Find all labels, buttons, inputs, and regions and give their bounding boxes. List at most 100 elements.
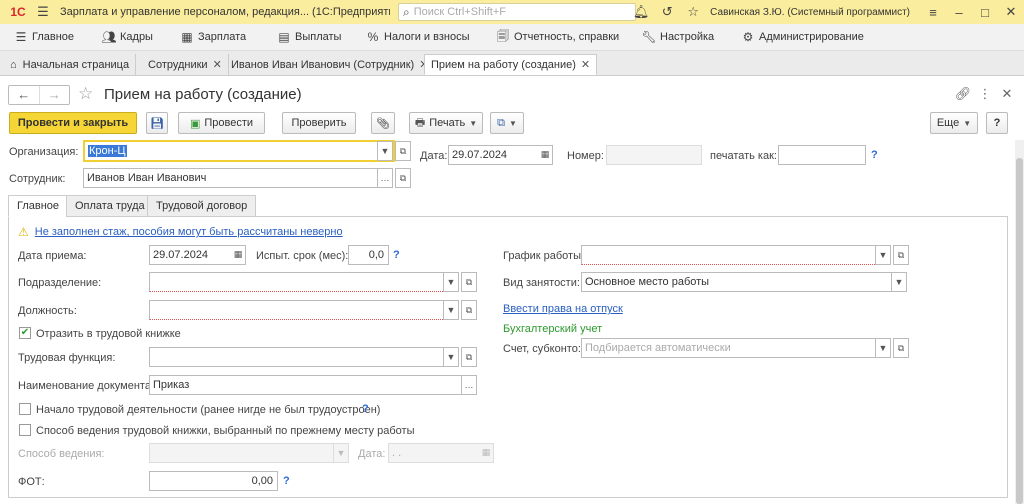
close-icon[interactable]: ✕ [998,4,1024,20]
settings-menu-icon[interactable]: ≡ [920,5,946,20]
tab-home[interactable]: ⌂ Начальная страница [4,54,137,75]
tab-payment[interactable]: Оплата труда [66,195,154,217]
vacation-rights-link[interactable]: Ввести права на отпуск [503,303,623,315]
account-field[interactable]: Подбирается автоматически [581,338,877,358]
career-start-checkbox[interactable] [19,403,31,415]
career-start-help-icon[interactable]: ? [362,403,369,415]
calendar-icon[interactable]: ▦ [537,145,553,165]
employee-field[interactable]: Иванов Иван Иванович [83,168,379,188]
department-field[interactable] [149,272,445,292]
method-dropdown-button[interactable]: ▼ [333,443,349,463]
post-and-close-button[interactable]: Провести и закрыть [9,112,137,134]
organization-dropdown-button[interactable]: ▼ [377,141,393,161]
current-user[interactable]: Савинская З.Ю. (Системный программист) [710,7,910,18]
method-field[interactable] [149,443,335,463]
schedule-open-button[interactable]: ⧉ [893,245,909,265]
fot-help-icon[interactable]: ? [283,475,290,487]
print-as-help-icon[interactable]: ? [871,149,878,161]
schedule-dropdown-button[interactable]: ▼ [875,245,891,265]
fot-field[interactable]: 0,00 [149,471,278,491]
save-button[interactable]: 💾︎ [146,112,168,134]
tab-hiring-doc[interactable]: Прием на работу (создание) ✕ [424,54,598,75]
organization-field[interactable]: Крон-Ц [83,140,395,162]
number-label: Номер: [567,150,604,162]
scrollbar-thumb[interactable] [1016,158,1023,504]
experience-warning-link[interactable]: Не заполнен стаж, пособия могут быть рас… [35,226,343,238]
menu-item-label: Администрирование [759,31,864,43]
title-bar: 1С ☰ Зарплата и управление персоналом, р… [0,0,1024,24]
account-open-button[interactable]: ⧉ [893,338,909,358]
employee-select-button[interactable]: … [377,168,393,188]
labor-function-dropdown-button[interactable]: ▼ [443,347,459,367]
attach-button[interactable]: 📎︎ [371,112,395,134]
print-button[interactable]: 🖶︎ Печать ▼ [409,112,483,134]
tab-label: Начальная страница [22,58,130,71]
star-icon[interactable]: ☆ [680,4,706,20]
date-label: Дата: [420,150,448,162]
account-dropdown-button[interactable]: ▼ [875,338,891,358]
labor-function-field[interactable] [149,347,445,367]
help-button[interactable]: ? [986,112,1008,134]
employment-type-dropdown-button[interactable]: ▼ [891,272,907,292]
schedule-field[interactable] [581,245,877,265]
menu-item-taxes[interactable]: % Налоги и взносы [362,30,470,44]
tab-main[interactable]: Главное [8,195,69,217]
probation-field[interactable]: 0,0 [348,245,389,265]
menu-item-settings[interactable]: 🔧︎ Настройка [638,30,714,44]
maximize-icon[interactable]: □ [972,5,998,20]
main-menu-icon[interactable]: ☰ [32,4,54,20]
forward-arrow-icon[interactable]: → [38,86,70,104]
hire-date-label: Дата приема: [18,250,87,262]
menu-item-payments[interactable]: ▤ Выплаты [273,30,341,44]
position-open-button[interactable]: ⧉ [461,300,477,320]
history-icon[interactable]: ↺ [654,4,680,20]
employment-type-field[interactable]: Основное место работы [581,272,893,292]
menu-item-hr[interactable]: 👥︎ Кадры [98,30,153,44]
close-tab-icon[interactable]: ✕ [213,58,222,71]
menu-item-main[interactable]: ☰ Главное [10,30,74,44]
menu-item-admin[interactable]: ⚙ Администрирование [737,30,864,44]
labor-function-label: Трудовая функция: [18,352,116,364]
prev-workbook-method-checkbox[interactable] [19,424,31,436]
minimize-icon[interactable]: – [946,5,972,20]
menu-item-reports[interactable]: 🗐︎ Отчетность, справки [492,27,619,48]
account-label: Счет, субконто: [503,343,581,355]
link-icon[interactable]: 🔗︎ [952,86,974,102]
check-button[interactable]: Проверить [282,112,356,134]
calendar-icon[interactable]: ▦ [230,245,246,265]
global-search-field[interactable]: ⌕ Поиск Ctrl+Shift+F [398,3,636,21]
more-button[interactable]: Еще ▼ [930,112,978,134]
tab-labor-contract[interactable]: Трудовой договор [147,195,257,217]
reflect-workbook-checkbox[interactable]: ✔ [19,327,31,339]
organization-open-button[interactable]: ⧉ [395,141,411,161]
print-as-field[interactable] [778,145,866,165]
department-open-button[interactable]: ⧉ [461,272,477,292]
menu-item-salary[interactable]: ▦ Зарплата [176,30,246,44]
bell-icon[interactable]: 🔔︎ [628,4,654,20]
doc-name-select-button[interactable]: … [461,375,477,395]
back-arrow-icon[interactable]: ← [9,86,39,104]
department-label: Подразделение: [18,277,102,289]
department-dropdown-button[interactable]: ▼ [443,272,459,292]
calendar-icon[interactable]: ▦ [478,443,494,463]
position-dropdown-button[interactable]: ▼ [443,300,459,320]
form-scrollbar[interactable] [1015,140,1024,504]
menu-item-label: Настройка [660,31,715,43]
wallet-icon: ▤ [278,30,290,44]
probation-help-icon[interactable]: ? [393,249,400,261]
favorite-star-icon[interactable]: ☆ [78,84,93,104]
position-field[interactable] [149,300,445,320]
more-vert-icon[interactable]: ⋮ [974,86,996,102]
prev-workbook-method-label: Способ ведения трудовой книжки, выбранны… [36,425,415,437]
employee-open-button[interactable]: ⧉ [395,168,411,188]
doc-name-field[interactable]: Приказ [149,375,463,395]
close-tab-icon[interactable]: ✕ [581,58,590,71]
labor-function-open-button[interactable]: ⧉ [461,347,477,367]
close-form-icon[interactable]: ✕ [996,86,1018,102]
tab-employee-card[interactable]: Иванов Иван Иванович (Сотрудник) ✕ [225,54,436,75]
post-button[interactable]: ▣ Провести [178,112,265,134]
create-based-button[interactable]: ⧉ ▼ [490,112,524,134]
experience-warning: ⚠ Не заполнен стаж, пособия могут быть р… [18,225,343,239]
number-field[interactable] [606,145,702,165]
tab-employees[interactable]: Сотрудники ✕ [142,54,229,75]
